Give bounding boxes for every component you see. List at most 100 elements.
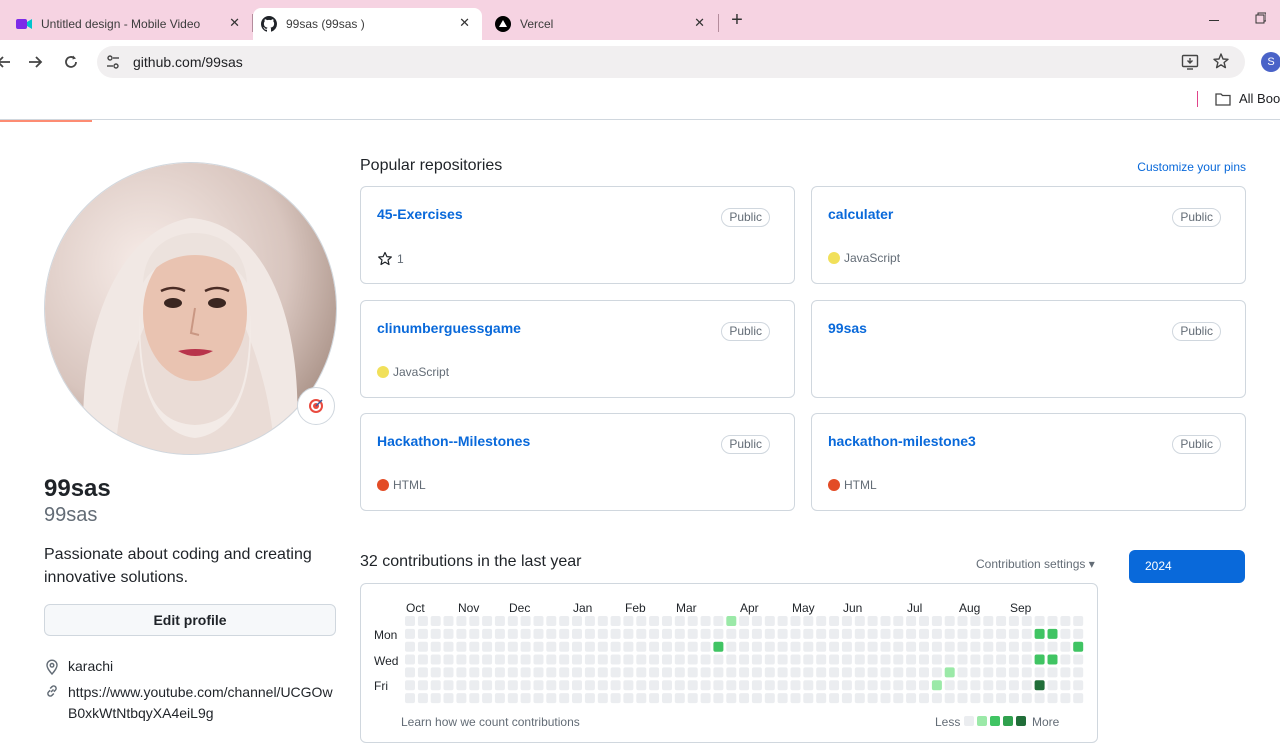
contribution-day[interactable]: [482, 628, 493, 639]
contribution-day[interactable]: [417, 641, 428, 652]
contribution-day[interactable]: [1060, 641, 1071, 652]
contribution-day[interactable]: [1060, 693, 1071, 704]
contribution-day[interactable]: [996, 654, 1007, 665]
contribution-day[interactable]: [854, 641, 865, 652]
contribution-day[interactable]: [584, 693, 595, 704]
contribution-day[interactable]: [636, 616, 647, 626]
contribution-day[interactable]: [405, 680, 415, 691]
contribution-day[interactable]: [430, 628, 441, 639]
contribution-day[interactable]: [494, 680, 505, 691]
contribution-day[interactable]: [777, 667, 788, 678]
contribution-day[interactable]: [764, 616, 775, 626]
contribution-day[interactable]: [906, 654, 917, 665]
contribution-day[interactable]: [1073, 693, 1084, 704]
contribution-day[interactable]: [726, 654, 737, 665]
contribution-day[interactable]: [790, 693, 801, 704]
contribution-day[interactable]: [662, 667, 672, 678]
contribution-day[interactable]: [469, 654, 480, 665]
contribution-day[interactable]: [456, 641, 467, 652]
contribution-day[interactable]: [482, 680, 493, 691]
contribution-day[interactable]: [700, 616, 711, 626]
contribution-day[interactable]: [816, 680, 827, 691]
website-link[interactable]: https://www.youtube.com/channel/UCGOwB0x…: [68, 682, 338, 724]
contribution-day[interactable]: [430, 693, 441, 704]
repo-link[interactable]: 45-Exercises: [377, 206, 463, 222]
customize-pins-link[interactable]: Customize your pins: [1137, 160, 1246, 174]
contribution-day[interactable]: [443, 693, 454, 704]
contribution-day[interactable]: [623, 693, 634, 704]
contribution-day[interactable]: [469, 616, 480, 626]
contribution-day[interactable]: [944, 693, 955, 704]
contribution-day[interactable]: [674, 616, 685, 626]
contribution-day[interactable]: [944, 680, 955, 691]
contribution-day[interactable]: [970, 641, 981, 652]
contribution-day[interactable]: [1008, 693, 1019, 704]
contribution-day[interactable]: [482, 641, 493, 652]
contribution-day[interactable]: [572, 628, 582, 639]
contribution-day[interactable]: [867, 641, 878, 652]
contribution-day[interactable]: [764, 628, 775, 639]
contribution-day[interactable]: [1047, 654, 1058, 665]
contribution-day[interactable]: [726, 616, 737, 626]
contribution-day[interactable]: [803, 616, 814, 626]
contribution-day[interactable]: [610, 628, 621, 639]
contribution-day[interactable]: [533, 616, 544, 626]
contribution-day[interactable]: [649, 667, 660, 678]
contribution-day[interactable]: [829, 641, 840, 652]
repo-link[interactable]: hackathon-milestone3: [828, 433, 976, 449]
contribution-day[interactable]: [520, 680, 531, 691]
contribution-day[interactable]: [559, 616, 570, 626]
contribution-day[interactable]: [739, 680, 750, 691]
contribution-day[interactable]: [636, 641, 647, 652]
contribution-day[interactable]: [867, 667, 878, 678]
contribution-day[interactable]: [726, 628, 737, 639]
reload-icon[interactable]: [59, 50, 83, 74]
edit-profile-button[interactable]: Edit profile: [44, 604, 336, 636]
contribution-day[interactable]: [494, 628, 505, 639]
contribution-day[interactable]: [996, 680, 1007, 691]
contribution-day[interactable]: [572, 641, 582, 652]
contribution-day[interactable]: [841, 628, 852, 639]
contribution-day[interactable]: [494, 641, 505, 652]
contribution-day[interactable]: [610, 654, 621, 665]
contribution-day[interactable]: [880, 654, 891, 665]
contribution-day[interactable]: [572, 654, 582, 665]
contribution-day[interactable]: [713, 654, 724, 665]
contribution-day[interactable]: [636, 654, 647, 665]
contribution-day[interactable]: [816, 667, 827, 678]
set-status-button[interactable]: [297, 387, 335, 425]
contribution-day[interactable]: [713, 680, 724, 691]
contribution-day[interactable]: [764, 654, 775, 665]
profile-avatar[interactable]: [44, 162, 337, 455]
close-icon[interactable]: ✕: [229, 15, 240, 31]
contribution-day[interactable]: [1060, 654, 1071, 665]
contribution-day[interactable]: [790, 616, 801, 626]
contribution-day[interactable]: [546, 641, 557, 652]
contribution-day[interactable]: [507, 616, 518, 626]
contribution-day[interactable]: [751, 693, 762, 704]
contribution-day[interactable]: [944, 628, 955, 639]
contribution-day[interactable]: [546, 667, 557, 678]
repo-link[interactable]: 99sas: [828, 320, 867, 336]
contribution-day[interactable]: [1073, 667, 1084, 678]
contribution-day[interactable]: [803, 693, 814, 704]
contribution-day[interactable]: [559, 641, 570, 652]
contribution-day[interactable]: [841, 641, 852, 652]
contribution-day[interactable]: [751, 616, 762, 626]
contribution-day[interactable]: [919, 654, 929, 665]
contribution-day[interactable]: [559, 667, 570, 678]
bookmark-star-icon[interactable]: [1212, 52, 1230, 75]
contribution-day[interactable]: [674, 628, 685, 639]
contribution-day[interactable]: [1073, 654, 1084, 665]
contribution-day[interactable]: [906, 667, 917, 678]
contribution-day[interactable]: [919, 680, 929, 691]
back-icon[interactable]: [0, 50, 16, 74]
contribution-day[interactable]: [1008, 654, 1019, 665]
contribution-settings-dropdown[interactable]: Contribution settings ▾: [976, 557, 1095, 571]
contribution-day[interactable]: [893, 693, 904, 704]
contribution-day[interactable]: [739, 641, 750, 652]
contribution-day[interactable]: [1008, 680, 1019, 691]
contribution-day[interactable]: [983, 680, 994, 691]
contribution-day[interactable]: [520, 641, 531, 652]
contribution-day[interactable]: [443, 667, 454, 678]
